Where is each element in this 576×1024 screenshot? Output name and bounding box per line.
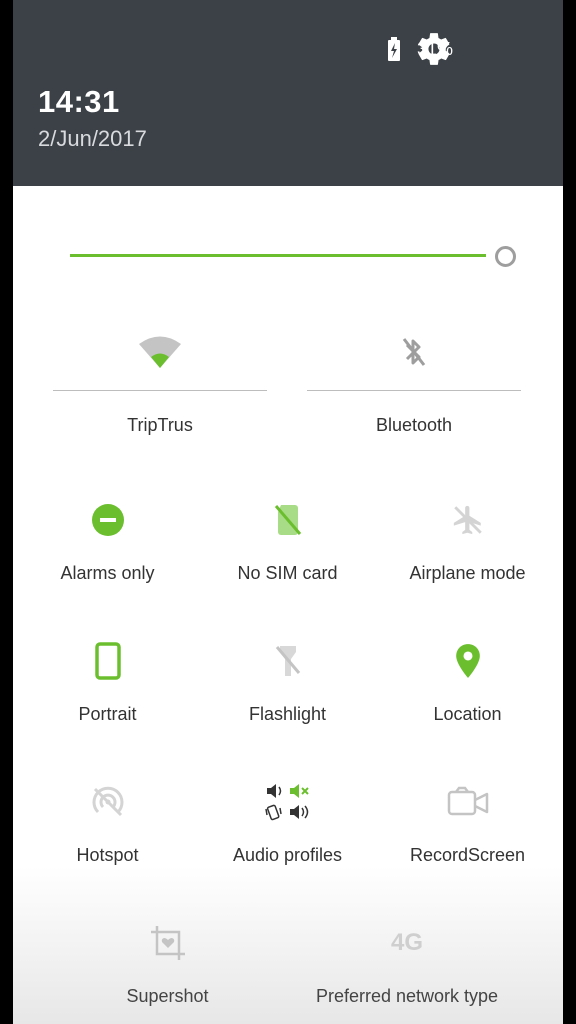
record-screen-icon (447, 786, 488, 816)
supershot-icon (150, 926, 185, 960)
tile-label: Bluetooth (375, 415, 453, 435)
tile-label: No SIM card (237, 563, 338, 583)
tile-flashlight[interactable]: Flashlight (196, 637, 379, 725)
tile-label: Flashlight (248, 704, 327, 724)
portrait-icon (94, 642, 121, 680)
wifi-icon (139, 336, 181, 368)
airplane-icon (453, 505, 482, 535)
hotspot-off-icon (92, 786, 123, 817)
tile-audio-profiles[interactable]: Audio profiles (196, 778, 379, 866)
tile-bluetooth[interactable]: Bluetooth (307, 326, 521, 436)
tile-portrait[interactable]: Portrait (16, 637, 199, 725)
audio-profiles-icon (264, 784, 309, 821)
tile-alarms-only[interactable]: Alarms only (16, 496, 199, 584)
tile-label: TripTrus (127, 415, 193, 435)
brightness-thumb[interactable] (495, 246, 516, 267)
tile-divider (307, 390, 521, 391)
location-pin-icon (455, 644, 480, 678)
tile-location[interactable]: Location (376, 637, 559, 725)
tile-label: Alarms only (60, 563, 155, 583)
tile-label: Audio profiles (232, 845, 343, 865)
gear-icon[interactable] (415, 30, 453, 68)
no-sim-icon (274, 505, 301, 535)
tile-label: Preferred network type (315, 986, 499, 1006)
tile-label: Airplane mode (409, 563, 526, 583)
flashlight-off-icon (275, 646, 300, 676)
tile-supershot[interactable]: Supershot (76, 919, 259, 1007)
tile-divider (53, 390, 267, 391)
quick-settings-panel: 31% 14:31 2/Jun/2017 TripTrus Bluetooth … (13, 0, 563, 1024)
tile-no-sim[interactable]: No SIM card (196, 496, 379, 584)
tile-wifi[interactable]: TripTrus (53, 326, 267, 436)
tile-hotspot[interactable]: Hotspot (16, 778, 199, 866)
tile-preferred-network[interactable]: 4G Preferred network type (315, 919, 499, 1007)
tile-label: Portrait (78, 704, 137, 724)
tile-label: Location (433, 704, 502, 724)
bluetooth-off-icon (402, 338, 426, 366)
tile-label: RecordScreen (409, 845, 526, 865)
do-not-disturb-icon (91, 504, 124, 536)
tile-label: Supershot (126, 986, 209, 1006)
tile-label: Hotspot (76, 845, 139, 865)
tile-airplane-mode[interactable]: Airplane mode (376, 496, 559, 584)
notification-header: 31% 14:31 2/Jun/2017 (13, 0, 563, 186)
network-4g-icon: 4G (390, 929, 423, 956)
tile-record-screen[interactable]: RecordScreen (376, 778, 559, 866)
quick-settings-body: TripTrus Bluetooth Alarms only No SIM ca… (13, 186, 563, 1024)
brightness-track[interactable] (70, 254, 486, 257)
clock-date[interactable]: 2/Jun/2017 (38, 126, 147, 152)
battery-charging-icon (387, 37, 400, 61)
clock-time[interactable]: 14:31 (38, 84, 120, 120)
